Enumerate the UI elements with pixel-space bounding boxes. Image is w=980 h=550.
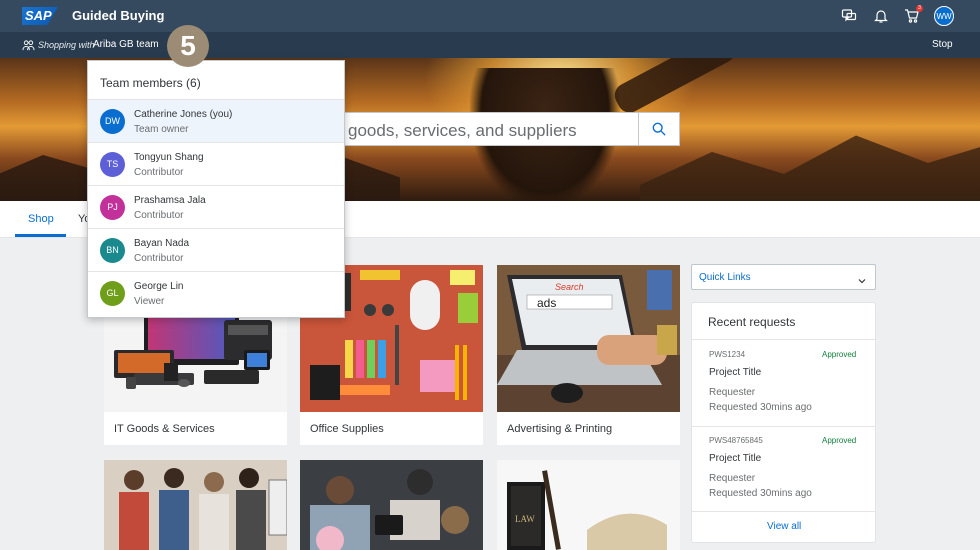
quick-links-label: Quick Links <box>699 272 751 283</box>
search-button[interactable] <box>638 113 679 145</box>
category-card-people[interactable] <box>104 460 287 550</box>
divider <box>692 511 875 512</box>
team-member-item[interactable]: GL George Lin Viewer <box>88 271 344 314</box>
bell-icon[interactable] <box>873 8 889 24</box>
team-member-item[interactable]: TS Tongyun Shang Contributor <box>88 142 344 185</box>
member-name: Prashamsa Jala <box>134 195 206 206</box>
team-member-item[interactable]: DW Catherine Jones (you) Team owner <box>88 99 344 142</box>
request-requester: Requester <box>709 387 756 398</box>
category-card-legal[interactable]: LAW <box>497 460 680 550</box>
team-member-item[interactable]: PJ Prashamsa Jala Contributor <box>88 185 344 228</box>
ad-typed-word: ads <box>537 296 556 310</box>
collaboration-image <box>300 460 483 550</box>
quick-links-select[interactable]: Quick Links <box>691 264 876 290</box>
request-id[interactable]: PWS48765845 <box>709 436 763 445</box>
chat-icon[interactable] <box>841 8 857 24</box>
ad-search-word: Search <box>555 282 584 292</box>
request-timestamp: Requested 30mins ago <box>709 488 812 499</box>
status-badge: Approved <box>822 350 857 359</box>
member-name: Catherine Jones (you) <box>134 109 233 120</box>
shopping-with-label: Shopping with <box>38 40 95 50</box>
request-title[interactable]: Project Title <box>709 453 761 464</box>
category-card-advertising[interactable]: Search ads Advertising & Printing <box>497 265 680 445</box>
member-role: Contributor <box>134 253 184 264</box>
cart-count-badge: 3 <box>916 5 923 12</box>
tab-shop[interactable]: Shop <box>28 213 54 225</box>
member-name: George Lin <box>134 281 184 292</box>
team-members-popover: Team members (6) DW Catherine Jones (you… <box>87 60 345 318</box>
search-icon <box>652 122 666 136</box>
team-member-item[interactable]: BN Bayan Nada Contributor <box>88 228 344 271</box>
recent-requests-title: Recent requests <box>708 315 796 329</box>
sap-logo[interactable]: SAP <box>22 7 58 25</box>
advertising-image: Search ads <box>497 265 680 412</box>
divider <box>692 426 875 427</box>
cart-icon[interactable]: 3 <box>904 5 923 24</box>
avatar: PJ <box>100 195 125 220</box>
app-title: Guided Buying <box>72 8 165 23</box>
shell-bar: SAP Guided Buying 3 WW <box>0 0 980 32</box>
category-label: Office Supplies <box>310 423 384 435</box>
stop-button[interactable]: Stop <box>932 39 953 50</box>
request-timestamp: Requested 30mins ago <box>709 402 812 413</box>
active-tab-indicator <box>15 234 66 237</box>
team-members-title: Team members (6) <box>100 76 201 90</box>
request-title[interactable]: Project Title <box>709 367 761 378</box>
legal-books-image: LAW <box>497 460 680 550</box>
divider <box>692 339 875 340</box>
avatar: TS <box>100 152 125 177</box>
request-requester: Requester <box>709 473 756 484</box>
member-name: Bayan Nada <box>134 238 190 249</box>
team-name-link[interactable]: Ariba GB team <box>93 39 159 50</box>
member-name: Tongyun Shang <box>134 152 204 163</box>
hero-arm-silhouette <box>610 58 740 117</box>
category-label: Advertising & Printing <box>507 423 613 435</box>
recent-requests-panel: Recent requests PWS1234 Approved Project… <box>691 302 876 543</box>
member-role: Contributor <box>134 167 184 178</box>
member-role: Contributor <box>134 210 184 221</box>
search-input[interactable]: goods, services, and suppliers <box>330 112 680 146</box>
team-meeting-image <box>104 460 287 550</box>
view-all-link[interactable]: View all <box>767 521 801 532</box>
step-badge: 5 <box>167 25 209 67</box>
category-card-collaboration[interactable] <box>300 460 483 550</box>
book-spine-label: LAW <box>515 514 535 524</box>
avatar: BN <box>100 238 125 263</box>
mountain-shape <box>640 135 980 201</box>
team-icon <box>22 39 35 52</box>
user-avatar[interactable]: WW <box>934 6 954 26</box>
category-label: IT Goods & Services <box>114 423 215 435</box>
chevron-down-icon <box>857 273 867 284</box>
search-placeholder: goods, services, and suppliers <box>348 121 577 140</box>
member-role: Team owner <box>134 124 189 135</box>
team-bar: Shopping with Ariba GB team Stop <box>0 32 980 58</box>
request-id[interactable]: PWS1234 <box>709 350 745 359</box>
member-role: Viewer <box>134 296 165 307</box>
avatar: DW <box>100 109 125 134</box>
status-badge: Approved <box>822 436 857 445</box>
avatar: GL <box>100 281 125 306</box>
